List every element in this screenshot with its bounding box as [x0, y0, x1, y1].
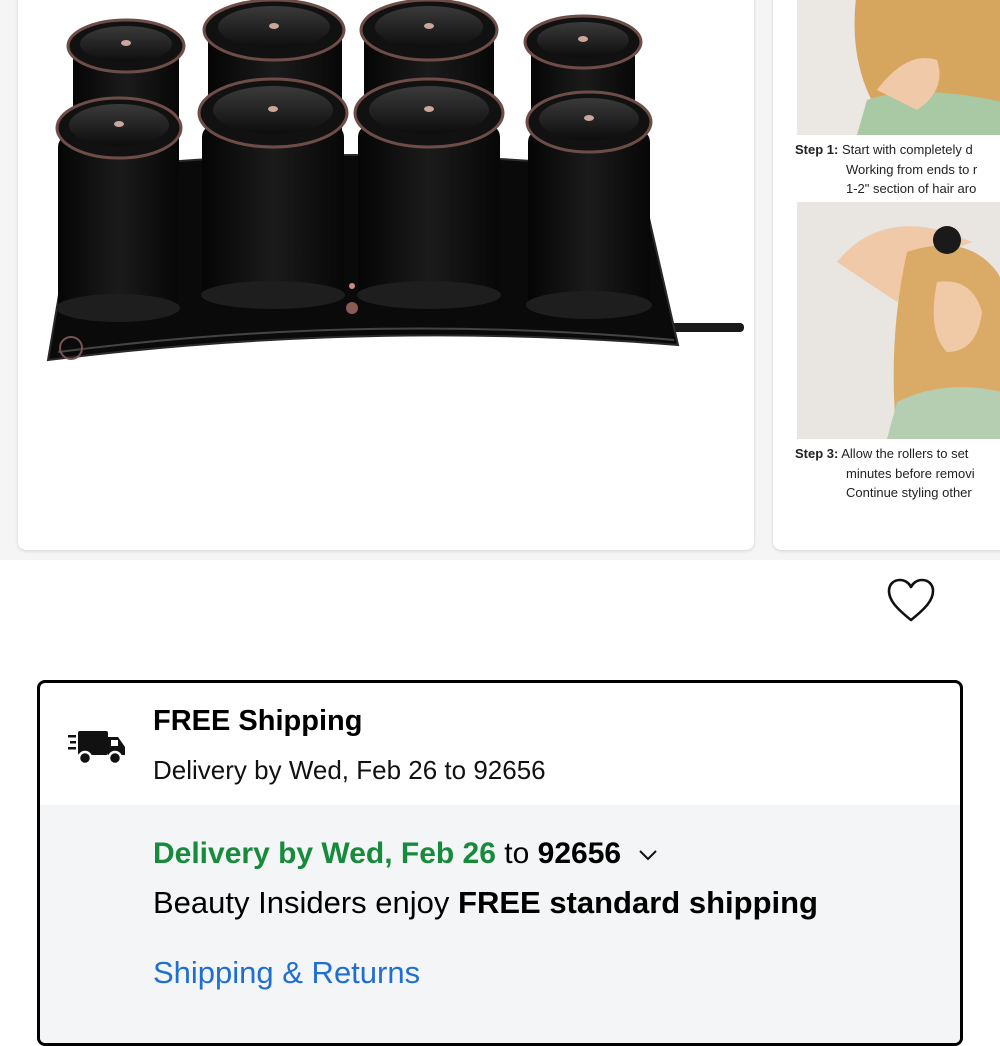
- step-1-text: Step 1: Start with completely d Working …: [795, 142, 978, 196]
- heart-outline-icon[interactable]: [886, 578, 936, 624]
- chevron-down-icon[interactable]: [637, 844, 659, 866]
- hot-rollers-product-image: [46, 0, 744, 362]
- shipping-details-panel: Delivery by Wed, Feb 26 to 92656 Beauty …: [40, 805, 960, 1043]
- delivery-to-label: to: [504, 837, 530, 870]
- shipping-option-card[interactable]: FREE Shipping Delivery by Wed, Feb 26 to…: [37, 680, 963, 1046]
- delivery-date: Delivery by Wed, Feb 26: [153, 837, 496, 870]
- shipping-title: FREE Shipping: [153, 705, 363, 737]
- beauty-insider-shipping-note: Beauty Insiders enjoy FREE standard ship…: [153, 885, 818, 920]
- product-image-card[interactable]: [18, 0, 754, 550]
- step-3-photo: [797, 202, 1000, 439]
- delivery-truck-icon: [68, 731, 125, 766]
- step-3-text: Step 3: Allow the rollers to set minutes…: [795, 446, 975, 500]
- shipping-returns-link[interactable]: Shipping & Returns: [153, 955, 420, 991]
- styling-steps-card[interactable]: Step 1: Start with completely d Working …: [773, 0, 1000, 550]
- model-photo-image: [797, 202, 1000, 439]
- shipping-delivery-estimate: Delivery by Wed, Feb 26 to 92656: [153, 755, 546, 785]
- zip-code: 92656: [537, 837, 622, 870]
- delivery-date-selector[interactable]: Delivery by Wed, Feb 26 to 92656: [153, 837, 659, 871]
- step-1-photo: [797, 0, 1000, 135]
- model-photo-image: [797, 0, 1000, 135]
- product-image-gallery[interactable]: Step 1: Start with completely d Working …: [0, 0, 1000, 560]
